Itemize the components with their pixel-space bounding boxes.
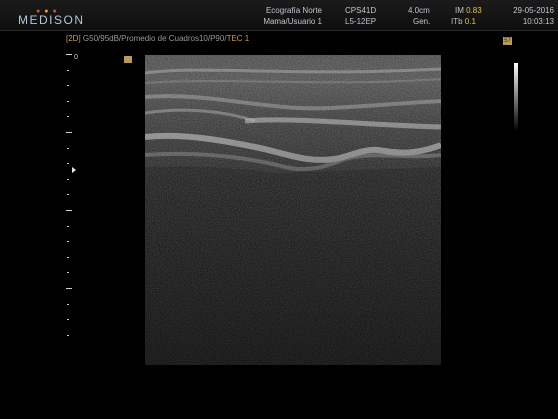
exam-date: 29-05-2016 (513, 6, 554, 15)
depth-scale-tick (67, 100, 69, 102)
depth-scale-tick (66, 210, 72, 211)
depth-scale-tick (67, 178, 69, 180)
imaging-parameters: [2D] G50/95dB/Promedio de Cuadros10/P90/… (66, 34, 249, 44)
depth-scale (64, 54, 80, 354)
tec-value: TEC 1 (226, 34, 250, 43)
itb-readout: ITb 0.1 (451, 17, 476, 27)
depth-scale-tick (67, 256, 69, 258)
probe-name: CPS41D (345, 6, 377, 15)
depth-scale-tick (67, 116, 69, 118)
depth-scale-tick (67, 85, 69, 87)
depth-scale-tick (67, 272, 69, 274)
probe-orientation-icon: 57 (503, 37, 512, 45)
user-name: Mama/Usuario 1 (263, 17, 322, 26)
im-value: 0.83 (466, 6, 482, 15)
depth-scale-tick (67, 194, 69, 196)
mode-tag: [2D] (66, 34, 81, 43)
depth-scale-tick (66, 132, 72, 133)
parameter-text: G50/95dB/Promedio de Cuadros10/P90/ (82, 34, 227, 43)
itb-value: 0.1 (464, 17, 476, 26)
depth-scale-tick (66, 288, 72, 289)
medison-logo: ●●● MEDISON (16, 8, 88, 28)
depth-scale-tick (67, 147, 69, 149)
ultrasound-image (145, 55, 441, 365)
institution-name: Ecografía Norte (265, 6, 322, 15)
depth-scale-tick (67, 163, 69, 165)
orientation-marker-icon (124, 56, 132, 63)
top-info-bar: ●●● MEDISON Ecografía Norte Mama/Usuario… (0, 0, 558, 31)
depth-scale-tick (67, 319, 69, 321)
mode-readout: Gen. (413, 17, 431, 26)
logo-text: MEDISON (18, 13, 85, 27)
depth-scale-tick (67, 334, 69, 336)
focus-marker-icon (72, 167, 76, 173)
depth-scale-tick (67, 241, 69, 243)
im-label: IM (455, 6, 464, 15)
depth-scale-tick (66, 54, 72, 55)
im-readout: IM 0.83 (455, 6, 482, 16)
exam-time: 10:03:13 (522, 17, 554, 26)
preset-name: L5-12EP (345, 17, 377, 26)
depth-scale-tick (67, 225, 69, 227)
depth-scale-tick (67, 69, 69, 71)
depth-scale-tick (67, 303, 69, 305)
ultrasound-texture (145, 55, 441, 365)
depth-readout: 4.0cm (408, 6, 430, 15)
itb-label: ITb (451, 17, 463, 26)
grayscale-bar (514, 63, 518, 131)
